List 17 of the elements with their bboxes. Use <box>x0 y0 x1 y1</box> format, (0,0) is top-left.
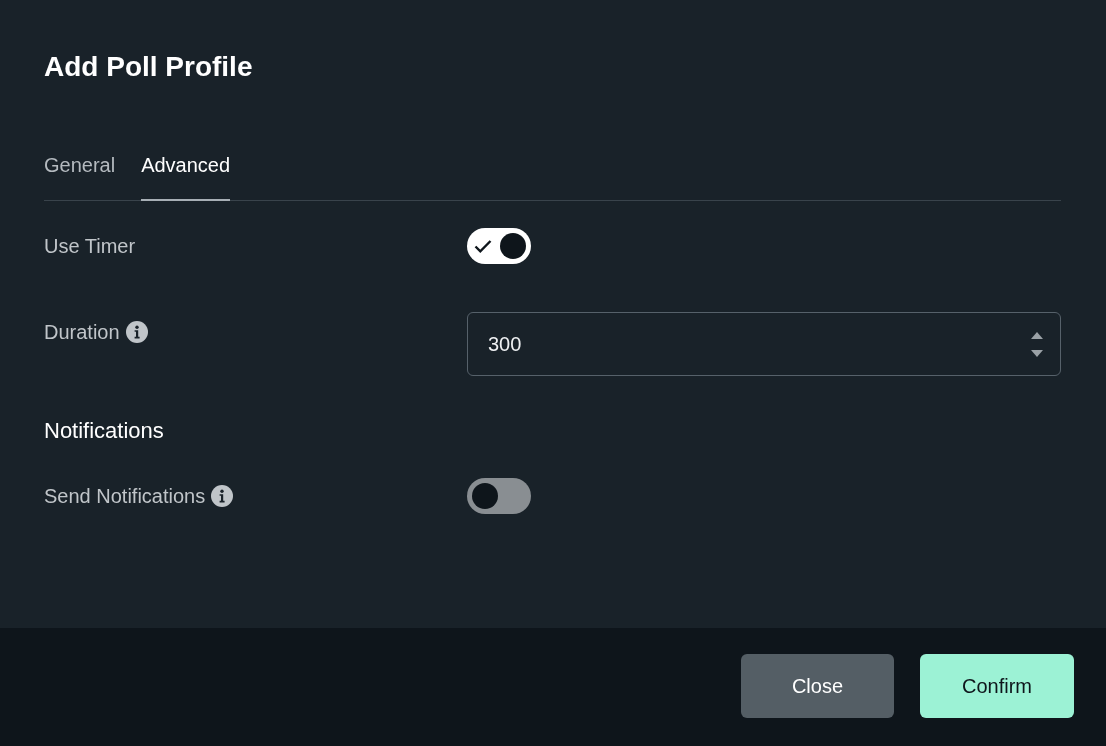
dialog-title: Add Poll Profile <box>44 50 253 84</box>
toggle-switch[interactable] <box>467 228 531 264</box>
caret-down-icon[interactable] <box>1031 349 1043 357</box>
info-icon[interactable] <box>211 485 234 507</box>
confirm-button[interactable]: Confirm <box>920 654 1074 718</box>
field-label: Send Notifications <box>44 484 206 508</box>
section-heading: Notifications <box>44 418 164 444</box>
close-button[interactable]: Close <box>741 654 894 718</box>
toggle-switch[interactable] <box>467 478 531 514</box>
tab[interactable]: General <box>44 144 116 201</box>
field-label: Duration <box>44 320 120 344</box>
field-label: Use Timer <box>44 234 136 258</box>
info-icon[interactable] <box>125 321 148 343</box>
tab[interactable]: Advanced <box>141 144 231 201</box>
check-icon <box>474 239 492 253</box>
number-field[interactable]: 300 <box>467 312 1061 376</box>
caret-up-icon[interactable] <box>1031 331 1043 339</box>
